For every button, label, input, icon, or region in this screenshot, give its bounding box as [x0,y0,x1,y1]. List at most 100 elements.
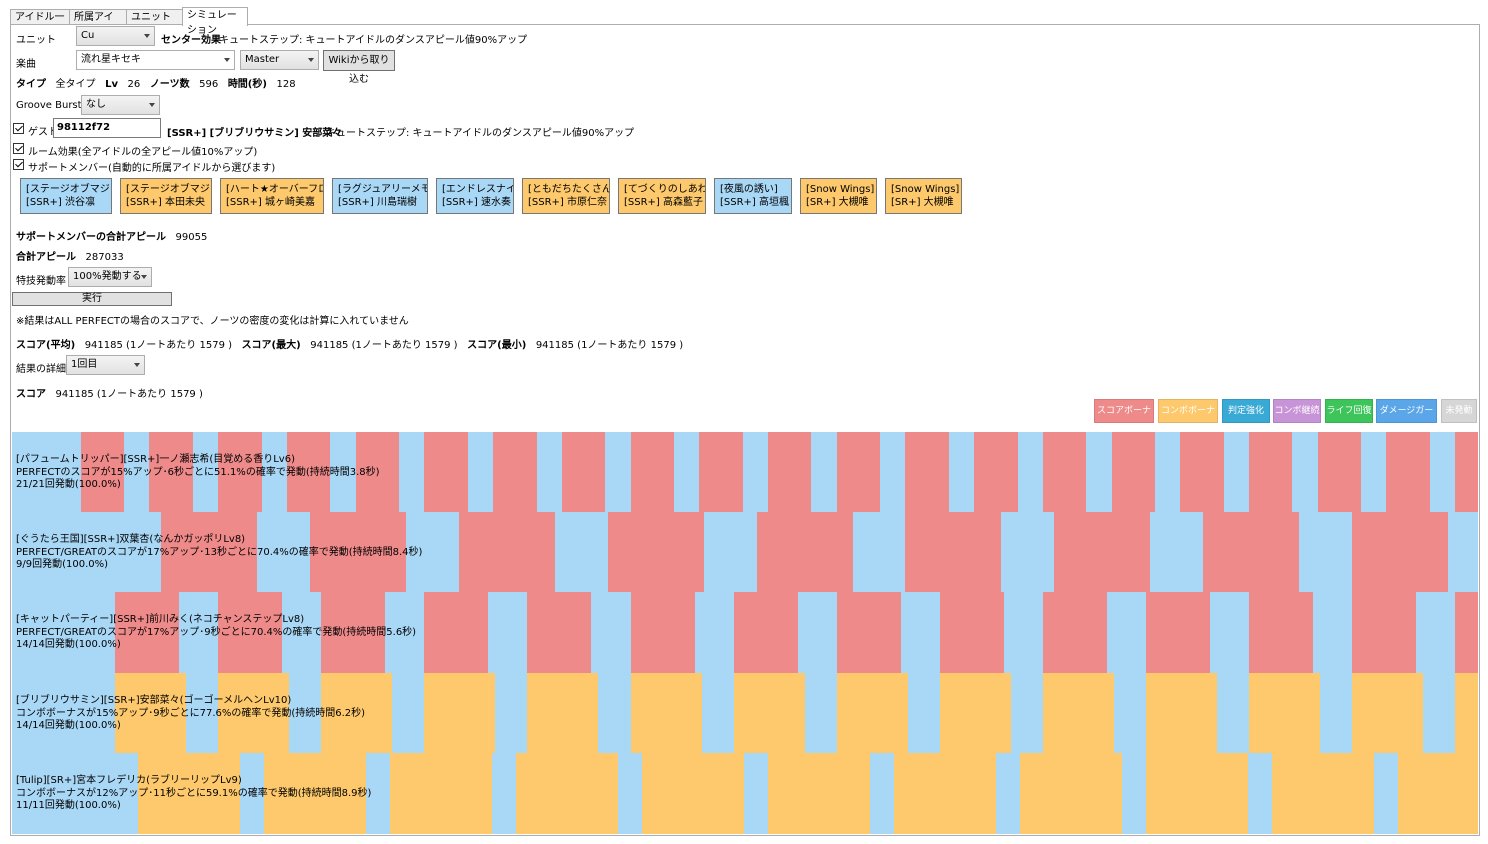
skill-activation-segment [527,673,599,753]
skill-activation-segment [1455,673,1478,753]
unit-card-10[interactable]: [Snow Wings] [SR+] 大槻唯 [885,178,962,214]
unit-card-9[interactable]: [Snow Wings] [SR+] 大槻唯 [800,178,877,214]
unit-card-7[interactable]: [てづくりのしあわせ] [SSR+] 高森藍子 [618,178,706,214]
chevron-down-icon [144,34,150,38]
run-button[interactable]: 実行 [12,292,172,306]
support-total-label: サポートメンバーの合計アピール [16,232,166,243]
time-value: 128 [276,79,296,90]
chevron-down-icon [308,58,314,62]
difficulty-select[interactable]: Master [240,50,319,70]
room-effect-checkbox[interactable] [13,143,24,154]
legend-judge-enhance[interactable]: 判定強化 [1222,399,1270,423]
unit-card-8[interactable]: [夜風の誘い] [SSR+] 高垣楓 [714,178,792,214]
skill-activation-segment [1352,512,1449,592]
skill-activation-segment [1180,432,1224,512]
result-detail-select[interactable]: 1回目 [66,355,145,375]
unit-card-1[interactable]: [ステージオブマジック] [SSR+] 渋谷凛 [20,178,112,214]
guest-skill: キュートステップ: キュートアイドルのダンスアピール値90%アップ [326,128,635,139]
skill-rate-select[interactable]: 100%発動する [68,267,152,287]
legend-not-activated[interactable]: 未発動 [1441,399,1477,423]
skill-activation-segment [1455,432,1478,512]
lane-label: [ブリブリウサミン][SSR+]安部菜々(ゴーゴーメルヘンLv10) コンボボー… [16,695,365,733]
timeline-lane: [Tulip][SR+]宮本フレデリカ(ラブリーリップLv9) コンボボーナスが… [12,753,1478,834]
card-line2: [SSR+] 城ヶ崎美嘉 [226,197,316,208]
support-member-checkbox[interactable] [13,159,24,170]
skill-activation-segment [390,753,492,834]
lane-skill-name: [ブリブリウサミン][SSR+]安部菜々(ゴーゴーメルヘンLv10) [16,695,292,706]
score-max-value: 941185 (1ノートあたり 1579 ) [310,340,458,351]
notes-label: ノーツ数 [149,79,190,90]
timeline-lane: [パフュームトリッパー][SSR+]一ノ瀬志希(目覚める香りLv6) PERFE… [12,432,1478,512]
guest-card-name: [SSR+] [ブリブリウサミン] 安部菜々 [167,128,343,139]
skill-activation-segment [1145,673,1217,753]
unit-card-3[interactable]: [ハート★オーバーフロー] [SSR+] 城ヶ崎美嘉 [220,178,324,214]
room-effect-label: ルーム効果(全アイドルの全アピール値10%アップ) [28,147,258,158]
skill-activation-segment [1042,592,1107,673]
song-info: タイプ 全タイプ Lv 26 ノーツ数 596 時間(秒) 128 [16,75,296,90]
difficulty-select-value: Master [245,54,280,65]
skill-activation-segment [756,512,853,592]
total-appeal-label: 合計アピール [16,252,76,263]
score-label: スコア [16,389,46,400]
chevron-down-icon [134,363,140,367]
skill-activation-segment [424,592,489,673]
unit-select-value: Cu [81,30,95,41]
legend-life-recovery[interactable]: ライフ回復 [1325,399,1373,423]
card-line2: [SR+] 大槻唯 [891,197,954,208]
card-line1: [エンドレスナイト] [442,184,513,195]
unit-card-2[interactable]: [ステージオブマジック] [SSR+] 本田未央 [120,178,212,214]
unit-card-5[interactable]: [エンドレスナイト] [SSR+] 速水奏 [436,178,514,214]
type-value: 全タイプ [55,79,96,90]
skill-activation-segment [939,592,1004,673]
lane-skill-desc: PERFECT/GREATのスコアが17%アップ･13秒ごとに70.4%の確率で… [16,546,423,558]
tab-simulation[interactable]: シミュレーション [182,7,248,36]
skill-activation-segment [699,432,743,512]
total-appeal-value: 287033 [85,252,124,263]
wiki-import-button[interactable]: Wikiから取り込む [323,50,395,85]
song-select[interactable]: 流れ星キセキ [76,50,235,70]
card-line1: [Snow Wings] [806,184,875,195]
guest-checkbox[interactable] [13,123,24,134]
skill-activation-segment [630,592,695,673]
skill-activation-segment [493,432,537,512]
song-select-value: 流れ星キセキ [81,54,141,65]
score-min-label: スコア(最小) [467,340,527,351]
guest-id-input[interactable]: 98112f72 [53,118,161,138]
lane-skill-count: 14/14回発動(100.0%) [16,720,121,731]
skill-activation-segment [1054,512,1151,592]
lane-label: [Tulip][SR+]宮本フレデリカ(ラブリーリップLv9) コンボボーナスが… [16,775,371,813]
chevron-down-icon [141,275,147,279]
tab-owned-idols[interactable]: 所属アイドル [69,9,127,38]
unit-card-4[interactable]: [ラグジュアリーメモリー] [SSR+] 川島瑞樹 [332,178,428,214]
skill-activation-segment [1145,753,1248,834]
unit-select[interactable]: Cu [76,26,155,46]
skill-activation-segment [607,512,704,592]
legend-score-bonus[interactable]: スコアボーナス [1094,399,1154,438]
card-line1: [夜風の誘い] [720,184,778,195]
card-line1: [ハート★オーバーフロー] [226,184,323,195]
lane-skill-count: 14/14回発動(100.0%) [16,639,121,650]
legend-combo-bonus[interactable]: コンボボーナス [1158,399,1218,438]
card-line2: [SR+] 大槻唯 [806,197,869,208]
unit-card-6[interactable]: [ともだちたくさん] [SSR+] 市原仁奈 [522,178,610,214]
center-effect-value: キュートステップ: キュートアイドルのダンスアピール値90%アップ [219,35,528,46]
chevron-down-icon [224,58,230,62]
tab-unit-formation[interactable]: ユニット編成 [126,9,183,38]
card-line1: [ステージオブマジック] [26,184,111,195]
legend-combo-continue[interactable]: コンボ継続 [1273,399,1321,423]
card-line1: [ステージオブマジック] [126,184,211,195]
lane-skill-count: 21/21回発動(100.0%) [16,479,121,490]
groove-burst-select[interactable]: なし [81,95,160,115]
skill-activation-segment [641,753,744,834]
skill-activation-segment [630,673,702,753]
skill-activation-segment [458,512,555,592]
tab-idol-list[interactable]: アイドル一覧 [10,9,70,38]
timeline-lane: [ぐうたら王国][SSR+]双葉杏(なんかガッポリLv8) PERFECT/GR… [12,512,1478,592]
support-member-label: サポートメンバー(自動的に所属アイドルから選びます) [28,163,276,174]
support-total-row: サポートメンバーの合計アピール 99055 [16,228,207,243]
result-note: ※結果はALL PERFECTの場合のスコアで、ノーツの密度の変化は計算に入れて… [16,316,409,327]
skill-activation-segment [1111,432,1155,512]
legend-damage-guard[interactable]: ダメージガード [1376,399,1437,438]
skill-activation-segment [1352,592,1417,673]
card-line2: [SSR+] 高森藍子 [624,197,704,208]
